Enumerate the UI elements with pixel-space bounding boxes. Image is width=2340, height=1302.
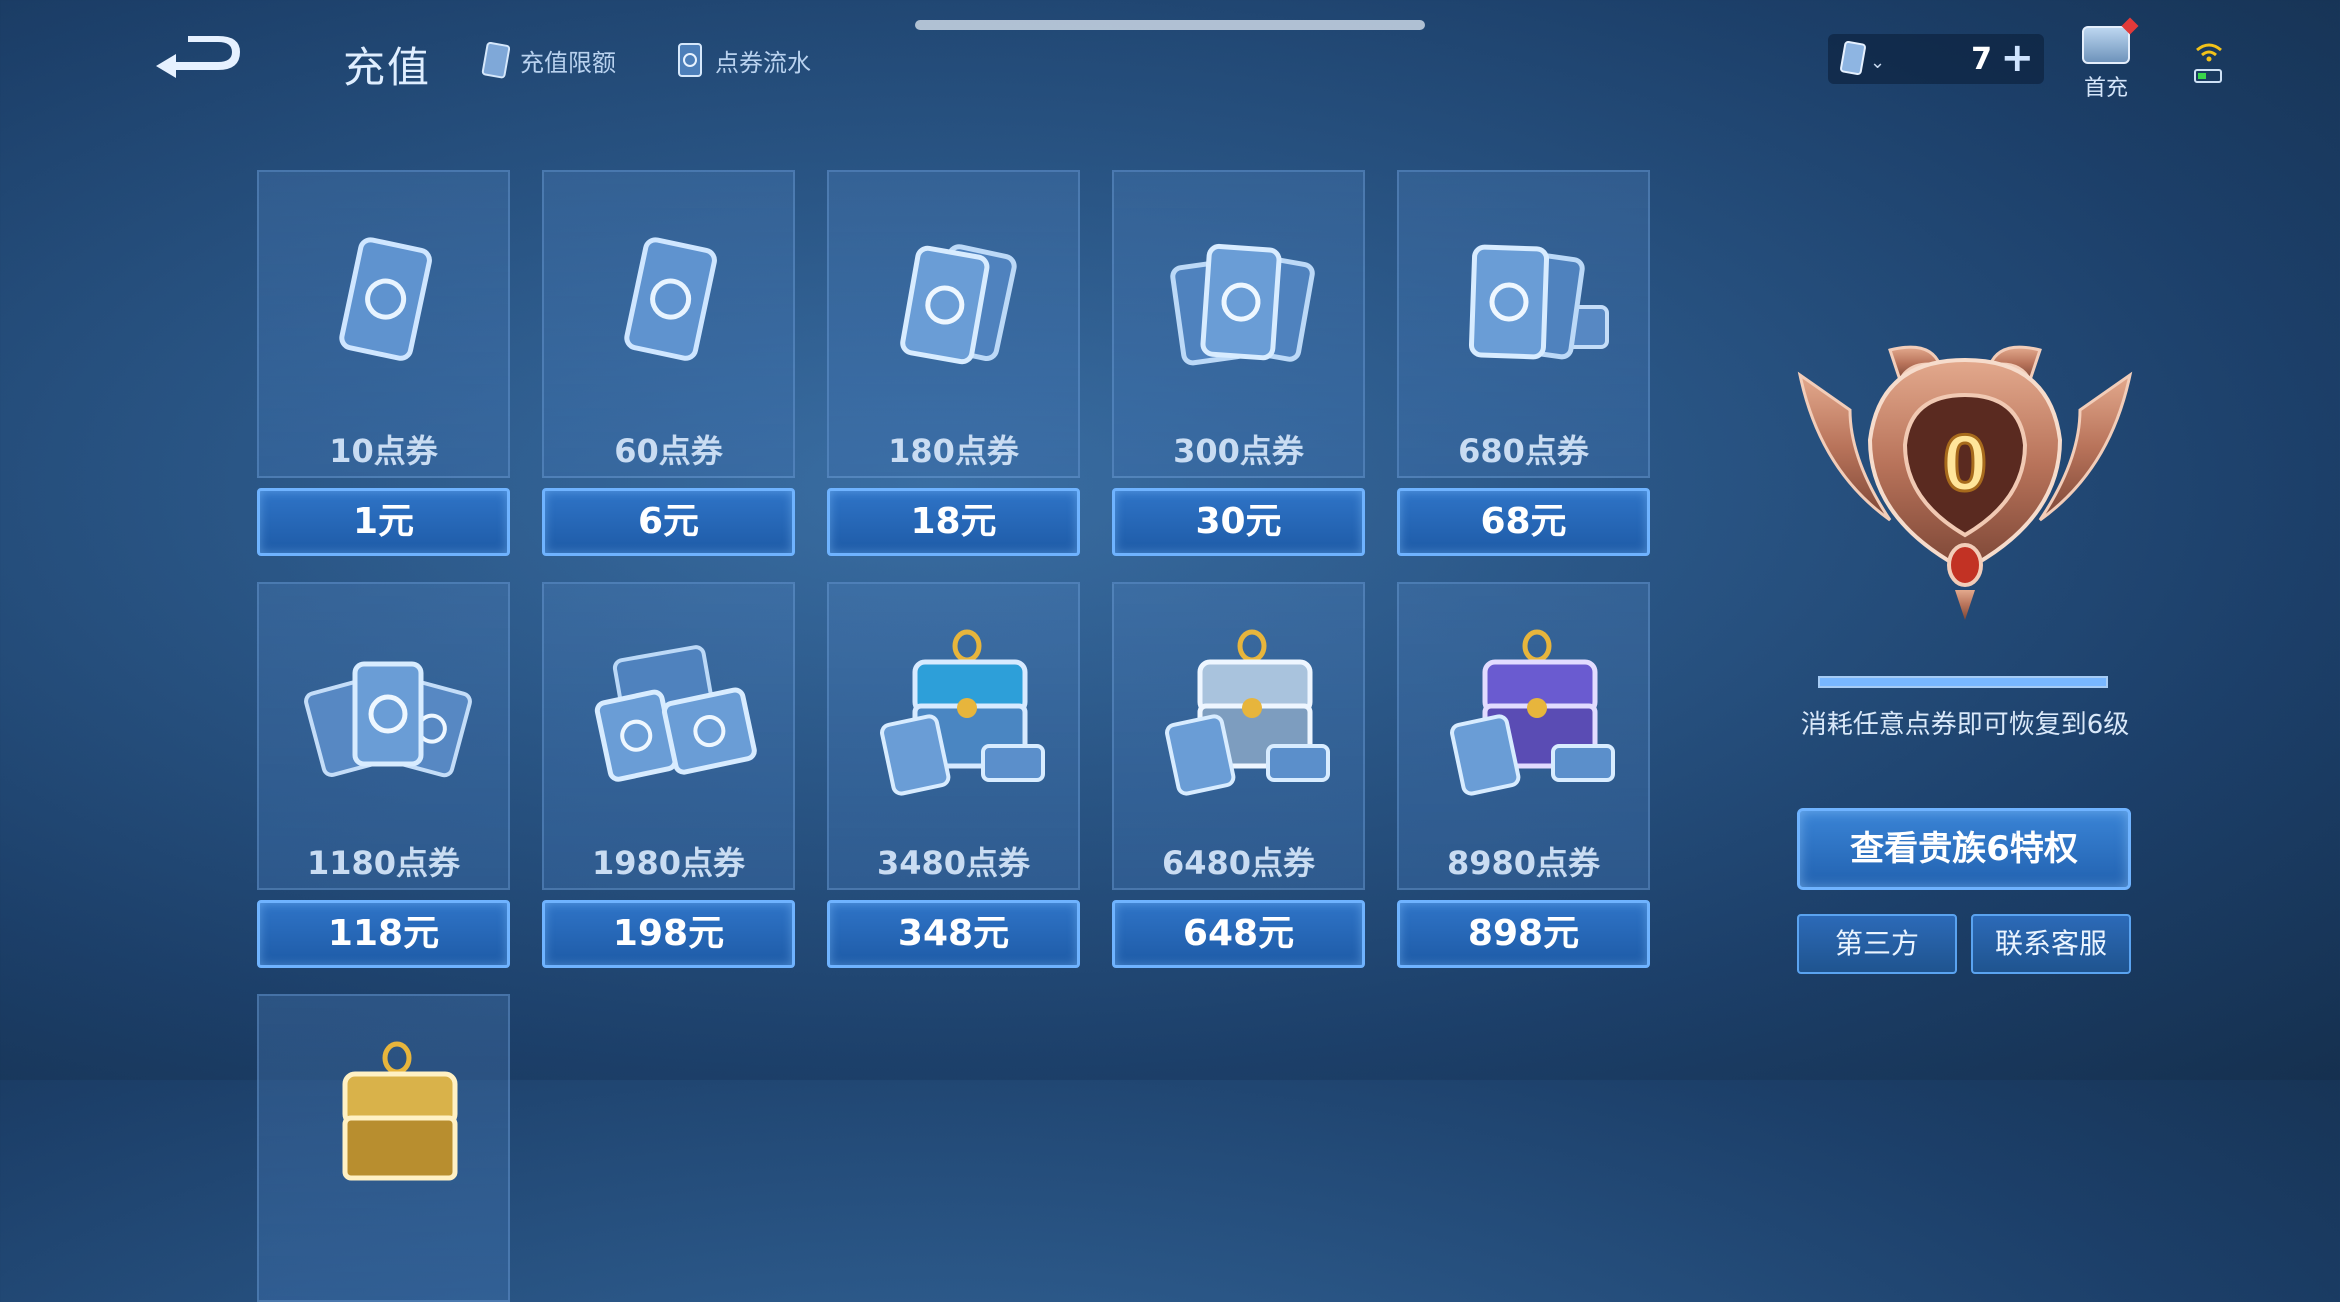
voucher-record-icon bbox=[678, 43, 702, 77]
chest-purple-icon bbox=[1450, 629, 1615, 796]
voucher-amount: 10点券 bbox=[329, 432, 438, 470]
voucher-amount: 1180点券 bbox=[306, 844, 461, 882]
noble-badge: 0 bbox=[1797, 345, 2133, 620]
notification-dot bbox=[2121, 17, 2139, 35]
system-gesture-bar bbox=[915, 20, 1425, 30]
price-button[interactable]: 68元 bbox=[1397, 488, 1650, 556]
recharge-card[interactable]: 1180点券 bbox=[257, 582, 510, 890]
noble-level: 0 bbox=[1943, 418, 1988, 507]
recharge-item[interactable]: 300点券 30元 bbox=[1112, 170, 1369, 556]
recharge-item[interactable]: 60点券 6元 bbox=[542, 170, 799, 556]
contact-support-button[interactable]: 联系客服 bbox=[1971, 914, 2131, 974]
recharge-card[interactable]: 3480点券 bbox=[827, 582, 1080, 890]
chest-silver-icon bbox=[1165, 629, 1330, 796]
voucher-double-icon bbox=[900, 244, 1017, 365]
recharge-card[interactable]: 8980点券 bbox=[1397, 582, 1650, 890]
plus-icon[interactable]: + bbox=[2000, 36, 2034, 80]
recharge-item[interactable]: 180点券 18元 bbox=[827, 170, 1084, 556]
voucher-balance: ⌄ 7 + bbox=[1828, 34, 2044, 84]
first-charge-label: 首充 bbox=[2083, 76, 2128, 101]
recharge-card[interactable] bbox=[257, 994, 510, 1302]
voucher-amount: 60点券 bbox=[614, 432, 723, 470]
recharge-card[interactable]: 680点券 bbox=[1397, 170, 1650, 478]
price-button[interactable]: 118元 bbox=[257, 900, 510, 968]
voucher-balance-value: 7 bbox=[1971, 42, 1992, 77]
recharge-limit-label: 充值限额 bbox=[520, 48, 616, 77]
voucher-pile-icon bbox=[304, 661, 472, 778]
voucher-amount: 300点券 bbox=[1173, 432, 1304, 470]
recharge-item[interactable]: 6480点券 648元 bbox=[1112, 582, 1369, 968]
back-arrow-icon[interactable] bbox=[148, 30, 248, 82]
recharge-item[interactable]: 8980点券 898元 bbox=[1397, 582, 1654, 968]
wifi-battery-icon bbox=[2194, 43, 2222, 83]
noble-progress-fill bbox=[1820, 678, 2106, 686]
noble-description: 消耗任意点券即可恢复到6级 bbox=[1800, 710, 2130, 740]
price-button[interactable]: 6元 bbox=[542, 488, 795, 556]
voucher-single-icon bbox=[624, 237, 717, 361]
voucher-amount: 6480点券 bbox=[1161, 844, 1316, 882]
chest-gold-icon bbox=[342, 1041, 458, 1181]
price-button[interactable]: 348元 bbox=[827, 900, 1080, 968]
page-title: 充值 bbox=[343, 43, 432, 92]
voucher-record-label: 点券流水 bbox=[715, 48, 811, 77]
voucher-stack-icon bbox=[1468, 244, 1609, 360]
third-party-button[interactable]: 第三方 bbox=[1797, 914, 1957, 974]
price-button[interactable]: 198元 bbox=[542, 900, 795, 968]
chevron-down-icon: ⌄ bbox=[1870, 52, 1886, 73]
voucher-bigpile-icon bbox=[594, 645, 757, 782]
view-privilege-button[interactable]: 查看贵族6特权 bbox=[1797, 808, 2131, 890]
voucher-amount: 180点券 bbox=[888, 432, 1019, 470]
voucher-amount: 3480点券 bbox=[876, 844, 1031, 882]
recharge-card[interactable]: 1980点券 bbox=[542, 582, 795, 890]
voucher-record-link[interactable]: 点券流水 bbox=[675, 40, 811, 80]
price-button[interactable]: 30元 bbox=[1112, 488, 1365, 556]
voucher-icon bbox=[481, 41, 510, 79]
voucher-amount: 680点券 bbox=[1458, 432, 1589, 470]
recharge-card[interactable]: 6480点券 bbox=[1112, 582, 1365, 890]
voucher-single-icon bbox=[339, 237, 432, 361]
price-button[interactable]: 648元 bbox=[1112, 900, 1365, 968]
recharge-item[interactable]: 1180点券 118元 bbox=[257, 582, 514, 968]
chest-blue-icon bbox=[880, 629, 1045, 796]
recharge-card[interactable]: 300点券 bbox=[1112, 170, 1365, 478]
recharge-item[interactable]: 10点券 1元 bbox=[257, 170, 514, 556]
noble-progress-bar bbox=[1818, 676, 2108, 688]
recharge-item[interactable]: 3480点券 348元 bbox=[827, 582, 1084, 968]
first-charge-button[interactable]: 首充 bbox=[2078, 17, 2139, 101]
recharge-item[interactable]: 680点券 68元 bbox=[1397, 170, 1654, 556]
voucher-triple-icon bbox=[1170, 243, 1315, 366]
voucher-amount: 1980点券 bbox=[591, 844, 746, 882]
price-button[interactable]: 18元 bbox=[827, 488, 1080, 556]
voucher-amount: 8980点券 bbox=[1446, 844, 1601, 882]
recharge-item[interactable]: 1980点券 198元 bbox=[542, 582, 799, 968]
price-button[interactable]: 1元 bbox=[257, 488, 510, 556]
price-button[interactable]: 898元 bbox=[1397, 900, 1650, 968]
voucher-icon bbox=[1840, 40, 1866, 76]
gift-box-icon bbox=[2082, 17, 2139, 64]
recharge-card[interactable]: 10点券 bbox=[257, 170, 510, 478]
recharge-card[interactable]: 180点券 bbox=[827, 170, 1080, 478]
recharge-item[interactable] bbox=[257, 994, 514, 1302]
recharge-card[interactable]: 60点券 bbox=[542, 170, 795, 478]
recharge-limit-link[interactable]: 充值限额 bbox=[480, 40, 616, 80]
